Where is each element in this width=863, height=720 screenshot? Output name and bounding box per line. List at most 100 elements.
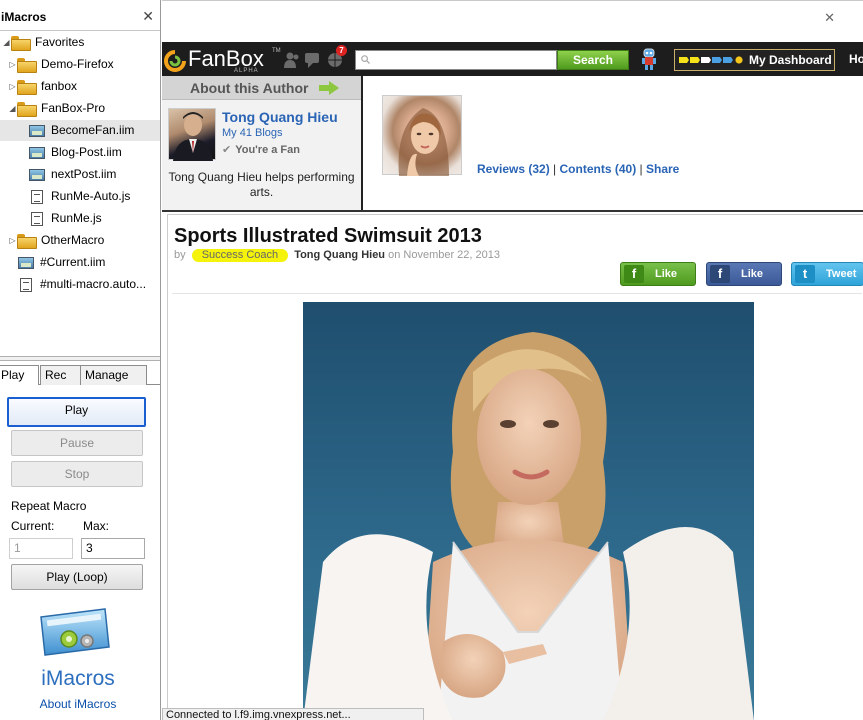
collapsed-arrow-icon[interactable]: ▷ [8, 76, 17, 97]
by-label: by [174, 249, 186, 261]
imacros-logo-icon [40, 608, 110, 656]
pause-button[interactable]: Pause [11, 430, 143, 456]
post-title: Sports Illustrated Swimsuit 2013 [174, 225, 482, 247]
hero-photo [303, 302, 754, 720]
search-icon [361, 55, 370, 64]
search-button[interactable]: Search [557, 50, 629, 70]
play-button[interactable]: Play [7, 397, 146, 427]
tree-item-becomefan[interactable]: BecomeFan.iim [0, 120, 160, 141]
tab-rec[interactable]: Rec [40, 365, 81, 385]
tree-item-runme[interactable]: RunMe.js [29, 208, 102, 229]
author-blogs-link[interactable]: My 41 Blogs [222, 127, 283, 139]
checkmark-icon: ✔ [222, 144, 232, 156]
browser-status-bar: Connected to l.f9.img.vnexpress.net... [162, 708, 424, 720]
people-icon[interactable] [284, 52, 299, 69]
current-label: Current: [11, 519, 55, 533]
robot-mascot-icon[interactable] [640, 47, 658, 71]
tree-item-othermacro[interactable]: ▷ OtherMacro [8, 230, 104, 251]
macro-file-icon [29, 124, 45, 137]
fanbox-like-button[interactable]: f Like [620, 262, 696, 286]
tree-item-label: BecomeFan.iim [51, 123, 135, 137]
tree-item-current[interactable]: #Current.iim [18, 252, 105, 273]
fanbox-swirl-icon [164, 50, 186, 72]
author-name-link[interactable]: Tong Quang Hieu [222, 109, 338, 125]
expanded-arrow-icon[interactable]: ◢ [2, 32, 11, 53]
screen: iMacros ✕ ◢ Favorites ▷ Demo-Firefox ▷ fanb… [0, 0, 863, 720]
current-field[interactable]: 1 [9, 538, 73, 559]
macro-file-icon [29, 146, 45, 159]
close-icon[interactable]: ✕ [824, 10, 835, 26]
fanbox-tm-mark: TM [272, 48, 281, 54]
profile-area: Reviews (32) | Contents (40) | Share [365, 76, 863, 210]
sidebar-title: iMacros [1, 10, 47, 24]
link-separator: | [553, 162, 557, 176]
post-author-link[interactable]: Tong Quang Hieu [294, 249, 385, 261]
about-author-box: About this Author Tong Quang Hieu My 41 … [162, 76, 363, 210]
fanbox-logo[interactable]: FanBox ALPHA TM [164, 46, 281, 74]
profile-portrait [398, 108, 449, 176]
tree-item-fanbox[interactable]: ▷ fanbox [8, 76, 77, 97]
link-separator: | [639, 162, 643, 176]
tree-item-favorites[interactable]: ◢ Favorites [2, 32, 84, 53]
fan-status: ✔ You're a Fan [222, 143, 300, 156]
post-hero-image[interactable] [303, 302, 754, 720]
tree-item-multi-macro[interactable]: #multi-macro.auto... [18, 274, 146, 295]
share-label: Like [655, 268, 678, 280]
tree-item-label: FanBox-Pro [41, 101, 106, 115]
notification-badge: 7 [336, 45, 347, 56]
close-icon[interactable]: ✕ [142, 8, 154, 25]
tab-play[interactable]: Play [0, 365, 39, 386]
author-avatar[interactable] [168, 108, 216, 161]
profile-photo[interactable] [382, 95, 462, 176]
tree-item-demo-firefox[interactable]: ▷ Demo-Firefox [8, 54, 114, 75]
tab-manage[interactable]: Manage [80, 365, 147, 385]
script-file-icon [31, 189, 43, 204]
tree-item-label: #Current.iim [40, 255, 106, 269]
stop-button[interactable]: Stop [11, 461, 143, 487]
fanbox-navbar: FanBox ALPHA TM 7 Search My Dashboard Ho [162, 42, 863, 76]
facebook-like-button[interactable]: f Like [706, 262, 782, 286]
browser-top-strip: ✕ [162, 0, 863, 42]
tree-item-nextpost[interactable]: nextPost.iim [29, 164, 116, 185]
post-date: on November 22, 2013 [388, 249, 501, 261]
post-meta: by Success Coach Tong Quang Hieu on Nove… [174, 249, 500, 262]
script-file-icon [31, 211, 43, 226]
about-author-heading: About this Author [190, 80, 309, 96]
play-panel: Play Pause Stop Repeat Macro Current: Ma… [0, 385, 160, 720]
twitter-tweet-button[interactable]: t Tweet [791, 262, 863, 286]
home-link[interactable]: Ho [849, 52, 863, 66]
reviews-link[interactable]: Reviews (32) [477, 162, 550, 176]
my-dashboard-button[interactable]: My Dashboard [674, 49, 835, 71]
tree-item-label: Demo-Firefox [41, 57, 114, 71]
share-link[interactable]: Share [646, 162, 679, 176]
contents-link[interactable]: Contents (40) [560, 162, 637, 176]
fanbox-alpha-tag: ALPHA [234, 68, 259, 74]
tree-item-blog-post[interactable]: Blog-Post.iim [29, 142, 122, 163]
macro-file-icon [18, 256, 34, 269]
collapsed-arrow-icon[interactable]: ▷ [8, 230, 17, 251]
tree-item-runme-auto[interactable]: RunMe-Auto.js [29, 186, 130, 207]
arrow-right-icon [319, 81, 339, 95]
category-tag[interactable]: Success Coach [191, 249, 289, 262]
tree-item-label: fanbox [41, 79, 78, 93]
max-label: Max: [83, 519, 110, 533]
twitter-icon: t [795, 265, 815, 283]
macro-file-icon [29, 168, 45, 181]
collapsed-arrow-icon[interactable]: ▷ [8, 54, 17, 75]
tree-item-label: nextPost.iim [51, 167, 117, 181]
repeat-macro-label: Repeat Macro [11, 499, 87, 513]
tree-item-label: RunMe.js [51, 211, 102, 225]
about-imacros-link[interactable]: About iMacros [0, 697, 156, 711]
play-loop-button[interactable]: Play (Loop) [11, 564, 143, 590]
tree-item-fanbox-pro[interactable]: ◢ FanBox-Pro [8, 98, 105, 119]
expanded-arrow-icon[interactable]: ◢ [8, 98, 17, 119]
pane-splitter[interactable] [0, 356, 160, 361]
tree-item-label: OtherMacro [41, 233, 105, 247]
folder-icon [17, 58, 37, 74]
profile-links: Reviews (32) | Contents (40) | Share [477, 162, 679, 176]
fanbox-search-input[interactable] [355, 50, 557, 70]
max-field[interactable]: 3 [81, 538, 145, 559]
chat-icon[interactable] [305, 53, 319, 68]
dashboard-icons [679, 56, 743, 64]
folder-icon [17, 234, 37, 250]
